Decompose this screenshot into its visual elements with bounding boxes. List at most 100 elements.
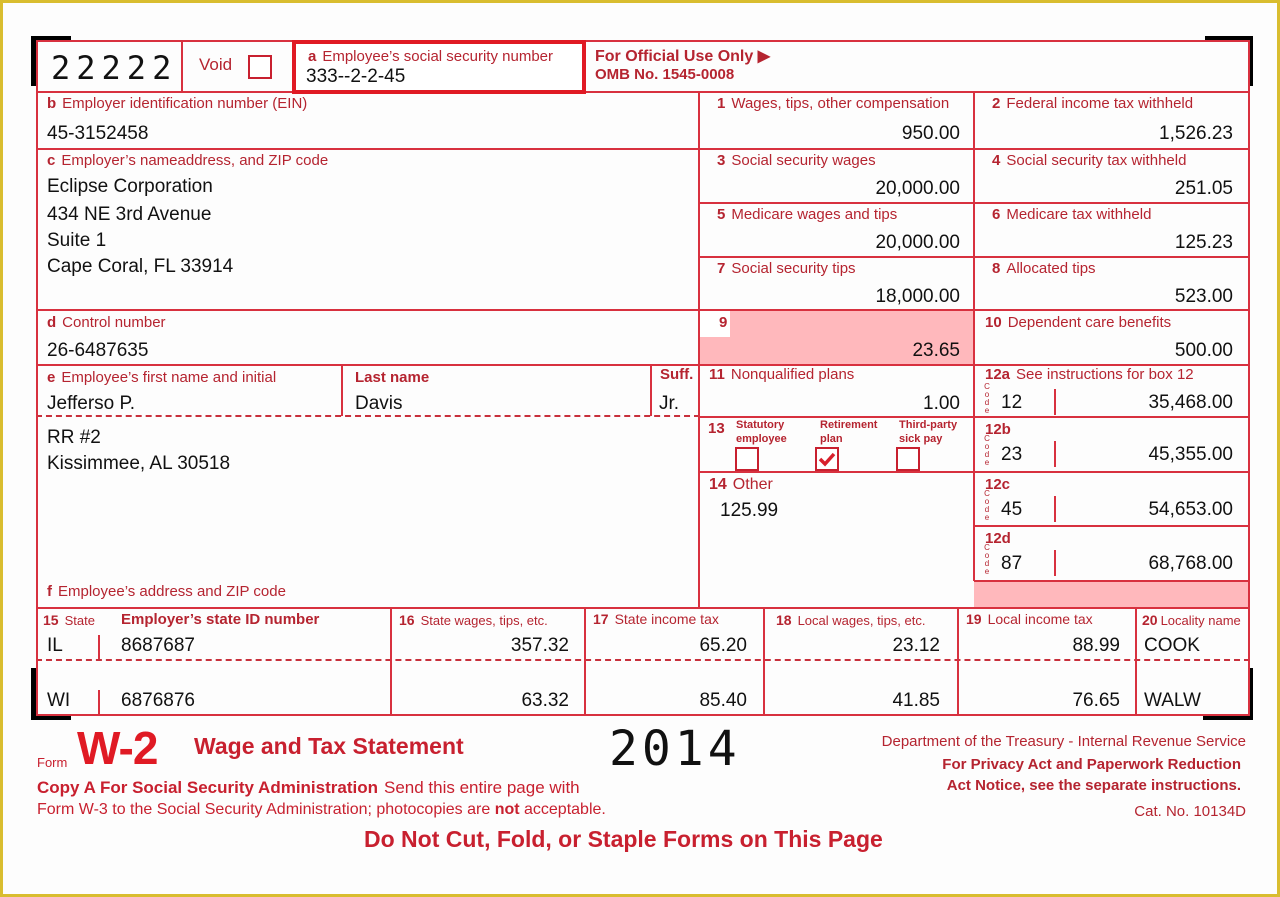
corner-mark-bottom-right	[1203, 668, 1253, 720]
box-3-label: 3 Social security wages	[717, 152, 876, 169]
corner-mark-top-right	[1205, 36, 1253, 86]
locality-name[interactable]: COOK	[1144, 635, 1200, 657]
box-4-value[interactable]: 251.05	[1175, 178, 1233, 200]
tax-year: 2014	[609, 721, 741, 777]
box-12d-amount[interactable]: 68,768.00	[1148, 553, 1233, 575]
state-code[interactable]: IL	[47, 635, 63, 657]
employer-city-state-zip[interactable]: Cape Coral, FL 33914	[47, 256, 233, 278]
box-14-label: 14 Other	[709, 476, 773, 493]
state-income-tax[interactable]: 85.40	[699, 690, 747, 712]
divider	[1135, 607, 1137, 716]
local-income-tax[interactable]: 76.65	[1072, 690, 1120, 712]
state-income-tax[interactable]: 65.20	[699, 635, 747, 657]
catalog-number: Cat. No. 10134D	[1134, 803, 1246, 820]
box-16-label: 16 State wages, tips, etc.	[399, 612, 548, 628]
box-11-label: 11 Nonqualified plans	[709, 366, 855, 383]
state-wages[interactable]: 63.32	[521, 690, 569, 712]
divider	[390, 607, 392, 716]
box-3-value[interactable]: 20,000.00	[875, 178, 960, 200]
employer-state-id[interactable]: 6876876	[121, 690, 195, 712]
control-number-value[interactable]: 26-6487635	[47, 340, 148, 362]
photocopy-notice: Form W-3 to the Social Security Administ…	[37, 801, 606, 818]
employee-first-name[interactable]: Jefferso P.	[47, 393, 135, 415]
void-checkbox[interactable]	[248, 55, 272, 79]
box-12c-amount[interactable]: 54,653.00	[1148, 499, 1233, 521]
third-party-sick-pay-checkbox[interactable]	[896, 447, 920, 471]
ssn-value[interactable]: 333--2-2-45	[306, 66, 405, 88]
box-7-value[interactable]: 18,000.00	[875, 286, 960, 308]
box-7-label: 7 Social security tips	[717, 260, 856, 277]
last-name-label: Last name	[355, 369, 430, 386]
privacy-notice-line1: For Privacy Act and Paperwork Reduction	[942, 756, 1241, 773]
local-wages[interactable]: 23.12	[892, 635, 940, 657]
state-divider	[98, 690, 100, 714]
state-divider	[98, 635, 100, 659]
copy-a-text: Copy A For Social Security Administratio…	[37, 778, 580, 797]
ein-value[interactable]: 45-3152458	[47, 123, 148, 145]
code-amount-divider	[1054, 496, 1056, 522]
employer-address-line1[interactable]: 434 NE 3rd Avenue	[47, 204, 211, 226]
divider	[700, 202, 1250, 204]
box-12a-amount[interactable]: 35,468.00	[1148, 392, 1233, 414]
box-12b-amount[interactable]: 45,355.00	[1148, 444, 1233, 466]
divider	[974, 580, 1250, 582]
employer-state-id[interactable]: 8687687	[121, 635, 195, 657]
box-d-label: d Control number	[47, 314, 166, 331]
locality-name[interactable]: WALW	[1144, 690, 1201, 712]
box-6-value[interactable]: 125.23	[1175, 232, 1233, 254]
box-11-value[interactable]: 1.00	[923, 393, 960, 415]
employee-address-line1[interactable]: RR #2	[47, 427, 101, 449]
void-label: Void	[199, 55, 233, 74]
box-5-value[interactable]: 20,000.00	[875, 232, 960, 254]
box-1-value[interactable]: 950.00	[902, 123, 960, 145]
box-2-value[interactable]: 1,526.23	[1159, 123, 1233, 145]
code-amount-divider	[1054, 550, 1056, 576]
box-12b-code[interactable]: 23	[1001, 444, 1022, 466]
state-wages[interactable]: 357.32	[511, 635, 569, 657]
statutory-employee-checkbox[interactable]	[735, 447, 759, 471]
divider	[584, 607, 586, 716]
box-label-text: Employer’s nameaddress, and ZIP code	[61, 152, 329, 169]
divider	[36, 309, 1250, 311]
privacy-notice-line2: Act Notice, see the separate instruction…	[946, 777, 1241, 794]
local-wages[interactable]: 41.85	[892, 690, 940, 712]
third-party-sick-pay-label: Third-party sick pay	[899, 419, 958, 445]
employer-address-line2[interactable]: Suite 1	[47, 230, 106, 252]
dashed-divider	[36, 415, 700, 417]
divider	[181, 40, 183, 91]
code-amount-divider	[1054, 441, 1056, 467]
code-vertical-label: Code	[984, 382, 990, 415]
form-word: Form	[37, 755, 68, 770]
code-vertical-label: Code	[984, 543, 990, 576]
box-letter: a	[308, 48, 317, 65]
employee-suffix[interactable]: Jr.	[659, 393, 679, 415]
box-15-label: 15 State	[43, 612, 95, 628]
box-label-text: Employee’s social security number	[322, 48, 553, 65]
form-title: Wage and Tax Statement	[194, 733, 464, 759]
retirement-plan-checkbox[interactable]	[815, 447, 839, 471]
box-12c-code[interactable]: 45	[1001, 499, 1022, 521]
employee-city-state-zip[interactable]: Kissimmee, AL 30518	[47, 453, 230, 475]
box-12-shading	[974, 581, 1250, 608]
state-code[interactable]: WI	[47, 690, 70, 712]
form-left-border	[36, 40, 38, 716]
divider	[700, 256, 1250, 258]
local-income-tax[interactable]: 88.99	[1072, 635, 1120, 657]
divider	[698, 91, 700, 607]
box-2-label: 2 Federal income tax withheld	[992, 95, 1194, 112]
box-8-value[interactable]: 523.00	[1175, 286, 1233, 308]
box-9-value[interactable]: 23.65	[912, 340, 960, 362]
box-14-value[interactable]: 125.99	[720, 500, 778, 522]
box-19-label: 19 Local income tax	[966, 611, 1093, 627]
box-12d-code[interactable]: 87	[1001, 553, 1022, 575]
employee-last-name[interactable]: Davis	[355, 393, 403, 415]
box-1-label: 1 Wages, tips, other compensation	[717, 95, 950, 112]
box-9-label: 9	[719, 314, 728, 331]
do-not-fold-warning: Do Not Cut, Fold, or Staple Forms on Thi…	[364, 826, 883, 852]
box-e-label: e Employee’s first name and initial	[47, 369, 277, 386]
box-10-value[interactable]: 500.00	[1175, 340, 1233, 362]
employer-name[interactable]: Eclipse Corporation	[47, 176, 213, 198]
divider	[36, 148, 1250, 150]
box-12a-code[interactable]: 12	[1001, 392, 1022, 414]
divider	[700, 471, 1250, 473]
